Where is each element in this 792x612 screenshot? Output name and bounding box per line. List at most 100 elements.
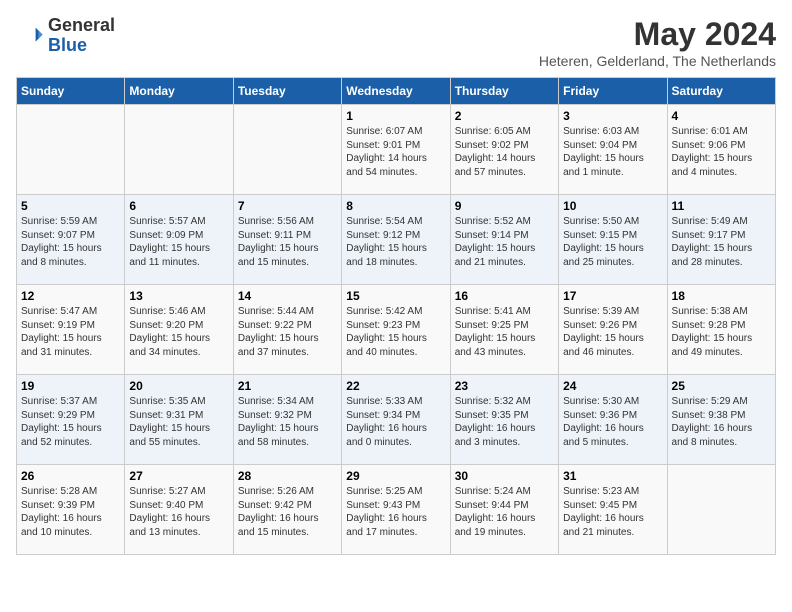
day-number: 8 [346, 199, 445, 213]
header-saturday: Saturday [667, 78, 775, 105]
day-detail: Sunrise: 5:47 AM Sunset: 9:19 PM Dayligh… [21, 305, 120, 359]
table-row: 20 Sunrise: 5:35 AM Sunset: 9:31 PM Dayli… [125, 375, 233, 465]
calendar-week-row: 1 Sunrise: 6:07 AM Sunset: 9:01 PM Daylig… [17, 105, 776, 195]
day-number: 3 [563, 109, 662, 123]
calendar-week-row: 26Sunrise: 5:28 AM Sunset: 9:39 PM Dayli… [17, 465, 776, 555]
table-row: 16 Sunrise: 5:41 AM Sunset: 9:25 PM Dayli… [450, 285, 558, 375]
table-row: 12 Sunrise: 5:47 AM Sunset: 9:19 PM Dayli… [17, 285, 125, 375]
day-number: 26 [21, 469, 120, 483]
day-number: 31 [563, 469, 662, 483]
day-detail: Sunrise: 5:25 AM Sunset: 9:43 PM Dayligh… [346, 485, 445, 539]
table-row: 10 Sunrise: 5:50 AM Sunset: 9:15 PM Dayli… [559, 195, 667, 285]
calendar-week-row: 12 Sunrise: 5:47 AM Sunset: 9:19 PM Dayli… [17, 285, 776, 375]
day-number: 19 [21, 379, 120, 393]
day-detail: Sunrise: 5:33 AM Sunset: 9:34 PM Dayligh… [346, 395, 445, 449]
location-subtitle: Heteren, Gelderland, The Netherlands [539, 53, 776, 69]
day-detail: Sunrise: 5:30 AM Sunset: 9:36 PM Dayligh… [563, 395, 662, 449]
day-detail: Sunrise: 5:42 AM Sunset: 9:23 PM Dayligh… [346, 305, 445, 359]
day-detail: Sunrise: 5:29 AM Sunset: 9:38 PM Dayligh… [672, 395, 771, 449]
day-number: 1 [346, 109, 445, 123]
day-detail: Sunrise: 5:44 AM Sunset: 9:22 PM Dayligh… [238, 305, 337, 359]
logo-icon [16, 22, 44, 50]
day-number: 2 [455, 109, 554, 123]
day-number: 16 [455, 289, 554, 303]
table-row: 28 Sunrise: 5:26 AM Sunset: 9:42 PM Dayli… [233, 465, 341, 555]
calendar-header-row: Sunday Monday Tuesday Wednesday Thursday… [17, 78, 776, 105]
day-number: 28 [238, 469, 337, 483]
table-row: 21 Sunrise: 5:34 AM Sunset: 9:32 PM Dayli… [233, 375, 341, 465]
day-detail: Sunrise: 5:34 AM Sunset: 9:32 PM Dayligh… [238, 395, 337, 449]
logo: General Blue [16, 16, 115, 56]
table-row: 7 Sunrise: 5:56 AM Sunset: 9:11 PM Daylig… [233, 195, 341, 285]
table-row: 15 Sunrise: 5:42 AM Sunset: 9:23 PM Dayli… [342, 285, 450, 375]
day-number: 5 [21, 199, 120, 213]
day-number: 7 [238, 199, 337, 213]
day-number: 13 [129, 289, 228, 303]
table-row: 5 Sunrise: 5:59 AM Sunset: 9:07 PM Daylig… [17, 195, 125, 285]
day-detail: Sunrise: 5:37 AM Sunset: 9:29 PM Dayligh… [21, 395, 120, 449]
day-detail: Sunrise: 5:32 AM Sunset: 9:35 PM Dayligh… [455, 395, 554, 449]
table-row [125, 105, 233, 195]
day-detail: Sunrise: 5:59 AM Sunset: 9:07 PM Dayligh… [21, 215, 120, 269]
month-year-title: May 2024 [539, 16, 776, 53]
day-detail: Sunrise: 5:39 AM Sunset: 9:26 PM Dayligh… [563, 305, 662, 359]
day-number: 11 [672, 199, 771, 213]
table-row [17, 105, 125, 195]
day-detail: Sunrise: 5:27 AM Sunset: 9:40 PM Dayligh… [129, 485, 228, 539]
day-number: 9 [455, 199, 554, 213]
table-row: 6 Sunrise: 5:57 AM Sunset: 9:09 PM Daylig… [125, 195, 233, 285]
header-friday: Friday [559, 78, 667, 105]
day-detail: Sunrise: 6:07 AM Sunset: 9:01 PM Dayligh… [346, 125, 445, 179]
table-row: 22 Sunrise: 5:33 AM Sunset: 9:34 PM Dayli… [342, 375, 450, 465]
table-row: 24 Sunrise: 5:30 AM Sunset: 9:36 PM Dayli… [559, 375, 667, 465]
day-detail: Sunrise: 5:38 AM Sunset: 9:28 PM Dayligh… [672, 305, 771, 359]
table-row: 17Sunrise: 5:39 AM Sunset: 9:26 PM Dayli… [559, 285, 667, 375]
day-number: 10 [563, 199, 662, 213]
day-number: 12 [21, 289, 120, 303]
table-row [233, 105, 341, 195]
day-detail: Sunrise: 5:56 AM Sunset: 9:11 PM Dayligh… [238, 215, 337, 269]
day-number: 4 [672, 109, 771, 123]
day-detail: Sunrise: 5:35 AM Sunset: 9:31 PM Dayligh… [129, 395, 228, 449]
day-number: 20 [129, 379, 228, 393]
day-detail: Sunrise: 6:03 AM Sunset: 9:04 PM Dayligh… [563, 125, 662, 179]
table-row [667, 465, 775, 555]
table-row: 26Sunrise: 5:28 AM Sunset: 9:39 PM Dayli… [17, 465, 125, 555]
table-row: 14 Sunrise: 5:44 AM Sunset: 9:22 PM Dayli… [233, 285, 341, 375]
day-detail: Sunrise: 5:57 AM Sunset: 9:09 PM Dayligh… [129, 215, 228, 269]
table-row: 29Sunrise: 5:25 AM Sunset: 9:43 PM Dayli… [342, 465, 450, 555]
day-detail: Sunrise: 5:24 AM Sunset: 9:44 PM Dayligh… [455, 485, 554, 539]
table-row: 19 Sunrise: 5:37 AM Sunset: 9:29 PM Dayli… [17, 375, 125, 465]
table-row: 11 Sunrise: 5:49 AM Sunset: 9:17 PM Dayli… [667, 195, 775, 285]
table-row: 4Sunrise: 6:01 AM Sunset: 9:06 PM Daylig… [667, 105, 775, 195]
day-number: 14 [238, 289, 337, 303]
day-detail: Sunrise: 5:50 AM Sunset: 9:15 PM Dayligh… [563, 215, 662, 269]
table-row: 8Sunrise: 5:54 AM Sunset: 9:12 PM Daylig… [342, 195, 450, 285]
day-detail: Sunrise: 6:05 AM Sunset: 9:02 PM Dayligh… [455, 125, 554, 179]
day-number: 24 [563, 379, 662, 393]
table-row: 2 Sunrise: 6:05 AM Sunset: 9:02 PM Daylig… [450, 105, 558, 195]
day-number: 6 [129, 199, 228, 213]
header-thursday: Thursday [450, 78, 558, 105]
day-number: 22 [346, 379, 445, 393]
table-row: 1 Sunrise: 6:07 AM Sunset: 9:01 PM Daylig… [342, 105, 450, 195]
day-number: 15 [346, 289, 445, 303]
table-row: 13Sunrise: 5:46 AM Sunset: 9:20 PM Dayli… [125, 285, 233, 375]
day-number: 30 [455, 469, 554, 483]
header-tuesday: Tuesday [233, 78, 341, 105]
table-row: 25Sunrise: 5:29 AM Sunset: 9:38 PM Dayli… [667, 375, 775, 465]
table-row: 9 Sunrise: 5:52 AM Sunset: 9:14 PM Daylig… [450, 195, 558, 285]
calendar-table: Sunday Monday Tuesday Wednesday Thursday… [16, 77, 776, 555]
day-number: 23 [455, 379, 554, 393]
calendar-week-row: 19 Sunrise: 5:37 AM Sunset: 9:29 PM Dayli… [17, 375, 776, 465]
day-detail: Sunrise: 5:41 AM Sunset: 9:25 PM Dayligh… [455, 305, 554, 359]
day-detail: Sunrise: 5:49 AM Sunset: 9:17 PM Dayligh… [672, 215, 771, 269]
day-number: 21 [238, 379, 337, 393]
day-detail: Sunrise: 5:52 AM Sunset: 9:14 PM Dayligh… [455, 215, 554, 269]
table-row: 23 Sunrise: 5:32 AM Sunset: 9:35 PM Dayli… [450, 375, 558, 465]
table-row: 18Sunrise: 5:38 AM Sunset: 9:28 PM Dayli… [667, 285, 775, 375]
day-detail: Sunrise: 5:26 AM Sunset: 9:42 PM Dayligh… [238, 485, 337, 539]
header-sunday: Sunday [17, 78, 125, 105]
title-area: May 2024 Heteren, Gelderland, The Nether… [539, 16, 776, 69]
day-detail: Sunrise: 5:23 AM Sunset: 9:45 PM Dayligh… [563, 485, 662, 539]
